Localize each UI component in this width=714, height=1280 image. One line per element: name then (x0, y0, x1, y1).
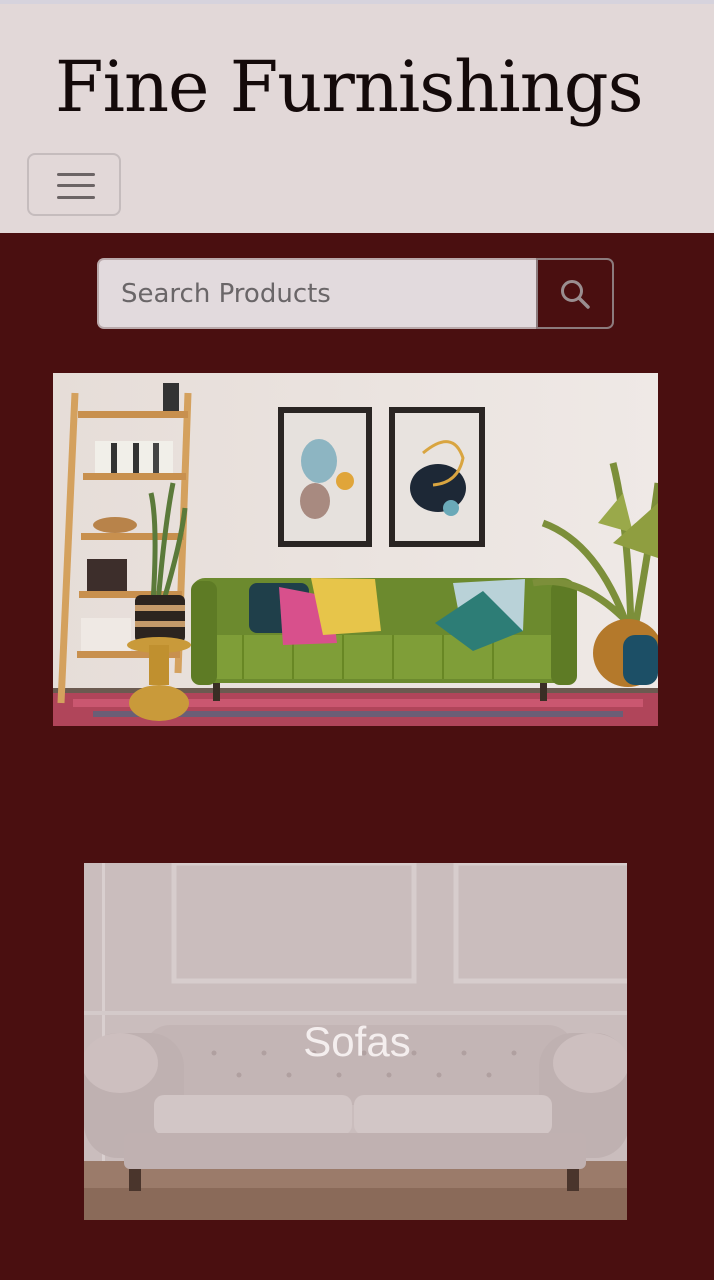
menu-toggle-button[interactable] (27, 153, 121, 216)
sofas-category-image (84, 863, 627, 1220)
site-header: Fine Furnishings (0, 4, 714, 233)
search-form (97, 258, 614, 329)
brand-title[interactable]: Fine Furnishings (55, 46, 644, 128)
search-input[interactable] (97, 258, 536, 329)
category-card-sofas[interactable] (84, 863, 627, 1220)
search-button[interactable] (536, 258, 614, 329)
search-icon (561, 279, 590, 309)
hero-living-room-image (53, 373, 658, 726)
